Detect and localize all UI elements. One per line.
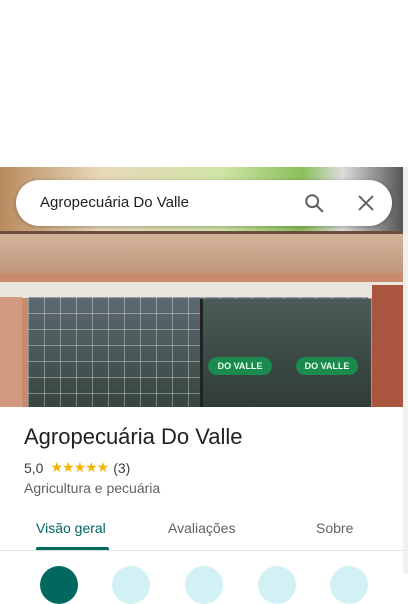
photo-pillar bbox=[0, 297, 22, 407]
tab-about[interactable]: Sobre bbox=[316, 520, 353, 536]
review-count[interactable]: (3) bbox=[113, 460, 130, 476]
door-sign-right: DO VALLE bbox=[296, 357, 358, 375]
action-button-5[interactable] bbox=[330, 566, 368, 604]
search-input[interactable]: Agropecuária Do Valle bbox=[40, 194, 189, 211]
photo-beam bbox=[0, 282, 403, 298]
photo-right-wall bbox=[372, 285, 403, 407]
scrollbar[interactable] bbox=[403, 167, 408, 574]
tab-overview[interactable]: Visão geral bbox=[36, 520, 106, 536]
action-button-2[interactable] bbox=[112, 566, 150, 604]
active-tab-indicator bbox=[36, 547, 109, 550]
action-button-4[interactable] bbox=[258, 566, 296, 604]
tab-reviews[interactable]: Avaliações bbox=[168, 520, 235, 536]
rating-stars-icon: ★★★★★ bbox=[50, 459, 109, 475]
close-icon[interactable] bbox=[355, 192, 377, 214]
door-sign-left: DO VALLE bbox=[208, 357, 272, 375]
action-button-3[interactable] bbox=[185, 566, 223, 604]
place-category[interactable]: Agricultura e pecuária bbox=[24, 480, 160, 496]
rating-value: 5,0 bbox=[24, 459, 44, 476]
photo-eave bbox=[0, 231, 403, 276]
search-icon[interactable] bbox=[303, 192, 325, 214]
photo-door bbox=[200, 299, 371, 407]
place-title: Agropecuária Do Valle bbox=[24, 424, 243, 449]
search-bar[interactable]: Agropecuária Do Valle bbox=[16, 180, 392, 226]
place-tabs: Visão geral Avaliações Sobre bbox=[0, 508, 403, 551]
rating-row[interactable]: 5,0 ★★★★★ (3) bbox=[24, 459, 130, 476]
action-button-directions[interactable] bbox=[40, 566, 78, 604]
